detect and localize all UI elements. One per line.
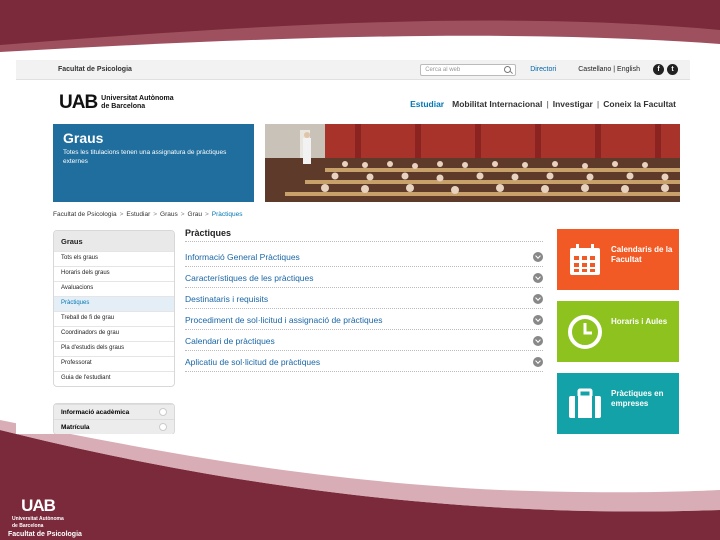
tile-calendaris[interactable]: Calendaris de la Facultat [557, 229, 679, 290]
slide-logo-line2: de Barcelona [12, 523, 44, 529]
tile-label: Calendaris de la Facultat [611, 245, 673, 264]
uab-logo[interactable]: UAB Universitat Autònoma de Barcelona [59, 92, 174, 114]
accordion-label: Matrícula [61, 423, 90, 431]
tile-practiques-empreses[interactable]: Pràctiques en empreses [557, 373, 679, 434]
site-header: UAB Universitat Autònoma de Barcelona Es… [16, 80, 690, 120]
hero-title: Graus [63, 130, 104, 146]
language-links[interactable]: Castellano | English [578, 66, 640, 73]
search-icon[interactable] [504, 66, 512, 73]
chevron-down-icon[interactable] [533, 336, 543, 346]
breadcrumb-separator: > [119, 211, 124, 218]
accordion-row-label: Informació General Pràctiques [185, 252, 300, 262]
sidebar-accordion-group: Informació acadèmica Matrícula [53, 403, 175, 434]
calendar-icon [570, 244, 600, 275]
sidebar-graus-group: Graus Tots els graus Horaris dels graus … [53, 230, 175, 387]
sidebar-head[interactable]: Graus [54, 231, 174, 251]
accordion-row-label: Calendari de pràctiques [185, 336, 275, 346]
briefcase-icon [569, 388, 601, 418]
sidebar-item-tots-els-graus[interactable]: Tots els graus [54, 251, 174, 266]
sidebar: Graus Tots els graus Horaris dels graus … [53, 230, 175, 434]
breadcrumb-item[interactable]: Grau [188, 211, 202, 218]
accordion-row[interactable]: Destinataris i requisits [185, 288, 543, 309]
accordion-row[interactable]: Procediment de sol·licitud i assignació … [185, 309, 543, 330]
accordion-row[interactable]: Aplicatiu de sol·licitud de pràctiques [185, 351, 543, 372]
sidebar-item-coordinadors[interactable]: Coordinadors de grau [54, 326, 174, 341]
accordion-row[interactable]: Informació General Pràctiques [185, 246, 543, 267]
chevron-down-icon[interactable] [533, 273, 543, 283]
nav-investigar[interactable]: Investigar [549, 99, 597, 109]
utility-bar: Facultat de Psicologia Cerca al web Dire… [16, 60, 690, 80]
slide-logo-mark: UAB [21, 496, 56, 515]
search-placeholder: Cerca al web [425, 66, 461, 73]
page-title: Pràctiques [185, 228, 543, 242]
slide-uab-logo: UAB Universitat Autònoma de Barcelona Fa… [8, 496, 128, 538]
nav-coneix[interactable]: Coneix la Facultat [599, 99, 680, 109]
hero-subtitle: Totes les titulacions tenen una assignat… [63, 149, 227, 165]
chevron-down-icon[interactable] [533, 294, 543, 304]
twitter-icon[interactable]: t [667, 64, 678, 75]
uab-logo-line2: de Barcelona [101, 103, 146, 110]
main-nav: Estudiar Mobilitat Internacional | Inves… [406, 99, 680, 109]
uab-logo-line1: Universitat Autònoma [101, 95, 174, 102]
accordion-row-label: Aplicatiu de sol·licitud de pràctiques [185, 357, 321, 367]
nav-mobilitat[interactable]: Mobilitat Internacional [448, 99, 546, 109]
breadcrumb-current: Pràctiques [211, 211, 243, 218]
expand-icon[interactable] [159, 423, 167, 431]
clock-icon [568, 315, 602, 349]
directory-link[interactable]: Directori [530, 66, 556, 73]
breadcrumb-item[interactable]: Graus [160, 211, 178, 218]
search-input[interactable]: Cerca al web [420, 63, 517, 76]
breadcrumb-item[interactable]: Facultat de Psicologia [53, 211, 117, 218]
sidebar-item-pla-estudis[interactable]: Pla d'estudis dels graus [54, 341, 174, 356]
tile-label: Horaris i Aules [611, 317, 668, 326]
web-page: Facultat de Psicologia Cerca al web Dire… [16, 60, 690, 434]
breadcrumb-separator: > [153, 211, 158, 218]
sidebar-item-horaris[interactable]: Horaris dels graus [54, 266, 174, 281]
classroom-photo [265, 124, 680, 202]
sidebar-item-treball-fi-grau[interactable]: Treball de fi de grau [54, 311, 174, 326]
hero-banner: Graus Totes les titulacions tenen una as… [53, 124, 680, 202]
faculty-link[interactable]: Facultat de Psicologia [58, 66, 420, 73]
accordion-row-label: Procediment de sol·licitud i assignació … [185, 315, 383, 325]
uab-logo-mark: UAB [59, 92, 98, 113]
tile-horaris-aules[interactable]: Horaris i Aules [557, 301, 679, 362]
chevron-down-icon[interactable] [533, 315, 543, 325]
tile-label: Pràctiques en empreses [611, 389, 664, 408]
chevron-down-icon[interactable] [533, 357, 543, 367]
accordion-row[interactable]: Calendari de pràctiques [185, 330, 543, 351]
chevron-down-icon[interactable] [533, 252, 543, 262]
slide-logo-line1: Universitat Autònoma [12, 516, 64, 522]
accordion-row-label: Característiques de les pràctiques [185, 273, 314, 283]
sidebar-item-professorat[interactable]: Professorat [54, 356, 174, 371]
accordion-label: Informació acadèmica [61, 408, 130, 416]
slide-logo-faculty: Facultat de Psicologia [8, 531, 82, 538]
breadcrumb-item[interactable]: Estudiar [126, 211, 150, 218]
accordion-row[interactable]: Característiques de les pràctiques [185, 267, 543, 288]
breadcrumb-separator: > [180, 211, 185, 218]
breadcrumb: Facultat de Psicologia > Estudiar > Grau… [53, 211, 243, 218]
breadcrumb-separator: > [205, 211, 209, 218]
sidebar-accordion-informacio[interactable]: Informació acadèmica [54, 404, 174, 419]
sidebar-item-avaluacions[interactable]: Avaluacions [54, 281, 174, 296]
main-content: Pràctiques Informació General Pràctiques… [185, 228, 543, 372]
facebook-icon[interactable]: f [653, 64, 664, 75]
expand-icon[interactable] [159, 408, 167, 416]
sidebar-item-guia-estudiant[interactable]: Guia de l'estudiant [54, 371, 174, 386]
sidebar-accordion-matricula[interactable]: Matrícula [54, 419, 174, 434]
sidebar-item-practiques[interactable]: Pràctiques [54, 296, 174, 311]
nav-estudiar[interactable]: Estudiar [406, 99, 448, 109]
hero-panel: Graus Totes les titulacions tenen una as… [53, 124, 254, 202]
accordion-row-label: Destinataris i requisits [185, 294, 269, 304]
uab-logo-text: Universitat Autònoma de Barcelona [101, 95, 173, 111]
